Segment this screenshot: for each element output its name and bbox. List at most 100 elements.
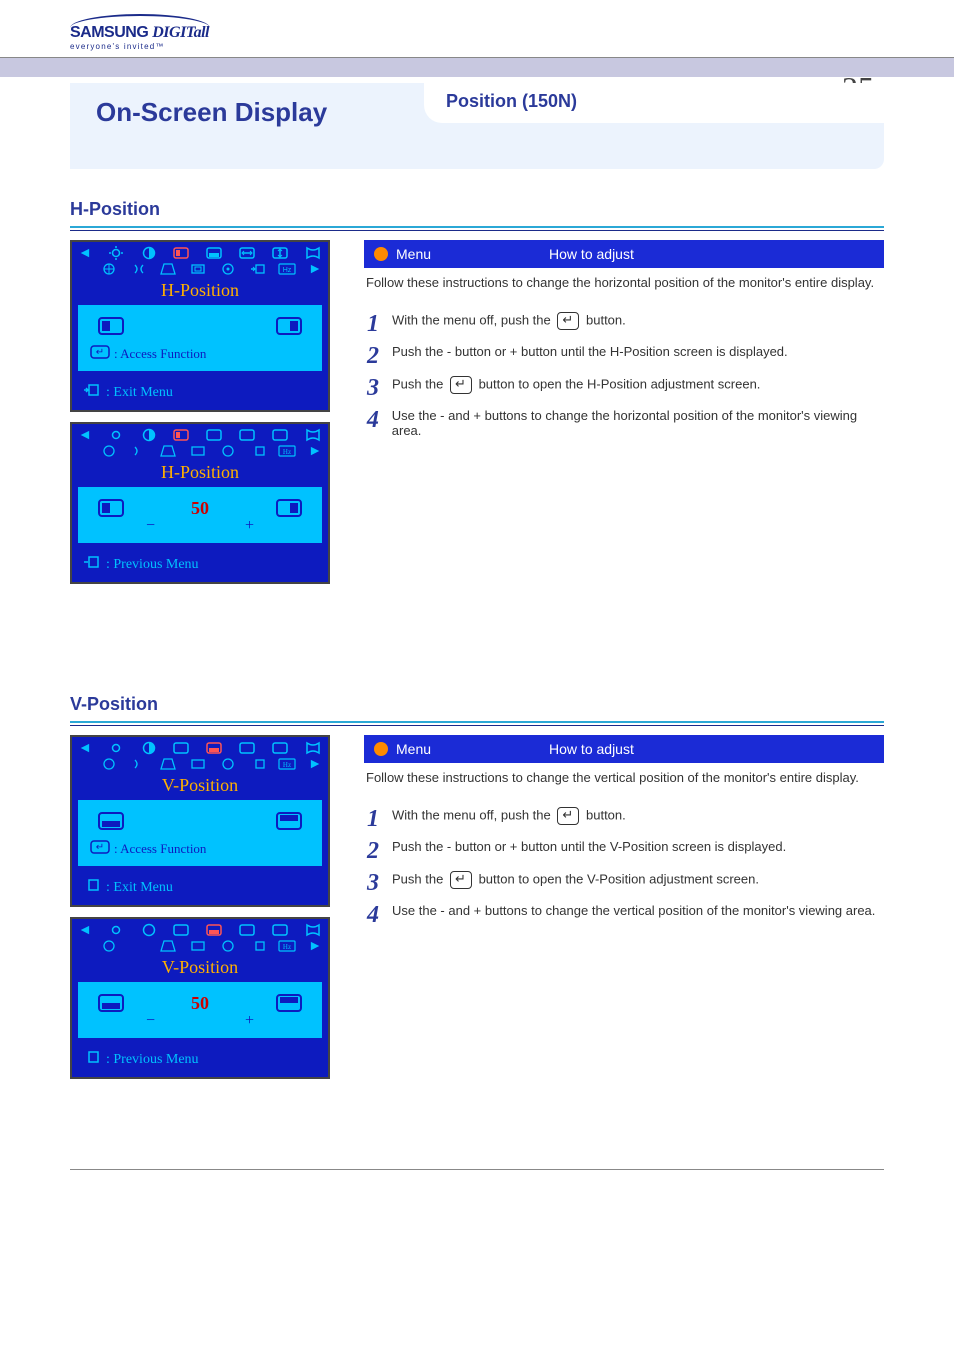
step-1: 1 With the menu off, push the button. (364, 312, 884, 336)
geometry-icon (100, 444, 118, 458)
enter-key-icon (557, 312, 579, 330)
svg-text:Hz: Hz (283, 943, 291, 951)
minus-icon: − (146, 517, 155, 535)
step-text-before: With the menu off, push the (392, 312, 551, 327)
osd-footer: : Exit Menu (72, 377, 328, 410)
osd-vposition-adjust: ◄ Hz ► V-Position (70, 917, 330, 1079)
minus-icon: − (146, 1012, 155, 1030)
pincushion-icon (304, 428, 322, 442)
vsize-icon (271, 428, 289, 442)
pincushion-icon (304, 246, 322, 260)
logo-tagline: everyone's invited™ (70, 42, 954, 51)
shift-right-icon (274, 315, 304, 337)
nav-right-icon: ► (308, 444, 322, 460)
access-text: : Access Function (114, 841, 206, 857)
brightness-icon (107, 741, 125, 755)
prev-menu-text: : Previous Menu (106, 1052, 199, 1068)
exit-icon (82, 383, 100, 402)
menu-pos-icon (249, 939, 267, 953)
contrast-icon (140, 741, 158, 755)
menu-pos-icon (249, 757, 267, 771)
zoom-icon (189, 939, 207, 953)
enter-key-icon (450, 871, 472, 889)
brightness-icon (107, 428, 125, 442)
logo-suffix: DIGITall (152, 24, 209, 41)
shift-up-icon (274, 992, 304, 1014)
nav-left-icon: ◄ (78, 428, 92, 444)
section-heading-vposition: V-Position (70, 694, 884, 723)
recall-icon (219, 757, 237, 771)
section-desc: Follow these instructions to change the … (366, 769, 884, 787)
osd-footer: : Previous Menu (72, 549, 328, 582)
shift-left-icon (96, 315, 126, 337)
hposition-value: 50 (126, 498, 274, 519)
enter-icon: ↵ (90, 345, 110, 363)
trapezoid-icon (159, 939, 177, 953)
step-2: 2 Push the - button or + button until th… (364, 839, 884, 863)
shift-down-icon (96, 992, 126, 1014)
step-text: Use the - and + buttons to change the ve… (392, 903, 875, 918)
hsize-icon (238, 246, 256, 260)
step-3: 3 Push the button to open the V-Position… (364, 871, 884, 895)
logo: SAMSUNG DIGITall (70, 24, 954, 42)
svg-text:Hz: Hz (283, 448, 291, 456)
osd-title: H-Position (72, 462, 328, 487)
plus-icon: + (245, 1012, 254, 1030)
header-separator (0, 57, 954, 77)
geometry-icon (100, 262, 118, 276)
menu-pos-icon (249, 262, 267, 276)
plus-minus-row: −+ (86, 1012, 314, 1030)
section-desc: Follow these instructions to change the … (366, 274, 884, 292)
hz-icon: Hz (278, 262, 296, 276)
osd-hposition-adjust: ◄ Hz ► H-Position (70, 422, 330, 584)
contrast-icon (140, 428, 158, 442)
hpos-icon (172, 923, 190, 937)
clear-moire-icon (130, 939, 148, 953)
step-number: 2 (364, 839, 382, 863)
bullet-icon (374, 742, 388, 756)
zoom-icon (189, 444, 207, 458)
access-hint: ↵ : Access Function (86, 832, 314, 858)
clear-moire-icon (130, 444, 148, 458)
exit-icon (82, 878, 100, 897)
step-number: 2 (364, 344, 382, 368)
osd-title: V-Position (72, 957, 328, 982)
brightness-icon (107, 923, 125, 937)
step-text: Use the - and + buttons to change the ho… (392, 408, 884, 438)
step-text: Push the - button or + button until the … (392, 839, 786, 854)
bar-menu: Menu (396, 741, 431, 757)
hz-icon: Hz (278, 757, 296, 771)
exit-icon (82, 1050, 100, 1069)
page-subtitle: Position (150N) (424, 83, 884, 112)
page-title: On-Screen Display (96, 97, 327, 128)
step-text-before: With the menu off, push the (392, 807, 551, 822)
hsize-icon (238, 923, 256, 937)
step-4: 4 Use the - and + buttons to change the … (364, 903, 884, 927)
vpos-icon (205, 741, 223, 755)
hsize-icon (238, 741, 256, 755)
recall-icon (219, 939, 237, 953)
step-text-after: button. (586, 312, 626, 327)
step-1: 1 With the menu off, push the button. (364, 807, 884, 831)
zoom-icon (189, 757, 207, 771)
step-number: 1 (364, 312, 382, 336)
bar-howto: How to adjust (549, 246, 634, 262)
page-title-area: On-Screen Display Position (150N) (70, 83, 884, 169)
step-number: 4 (364, 408, 382, 432)
vpos-icon (205, 428, 223, 442)
shift-down-icon (96, 810, 126, 832)
hpos-icon (172, 428, 190, 442)
vsize-icon (271, 246, 289, 260)
footer-separator (70, 1169, 884, 1170)
vsize-icon (271, 923, 289, 937)
step-text-after: button to open the H-Position adjustment… (479, 376, 761, 391)
pincushion-icon (304, 741, 322, 755)
step-number: 3 (364, 871, 382, 895)
zoom-icon (189, 262, 207, 276)
osd-title: V-Position (72, 775, 328, 800)
osd-vposition-menu: ◄ Hz ► V-Position (70, 735, 330, 907)
bar-menu: Menu (396, 246, 431, 262)
nav-right-icon: ► (308, 262, 322, 278)
hsize-icon (238, 428, 256, 442)
svg-text:↵: ↵ (96, 347, 104, 358)
